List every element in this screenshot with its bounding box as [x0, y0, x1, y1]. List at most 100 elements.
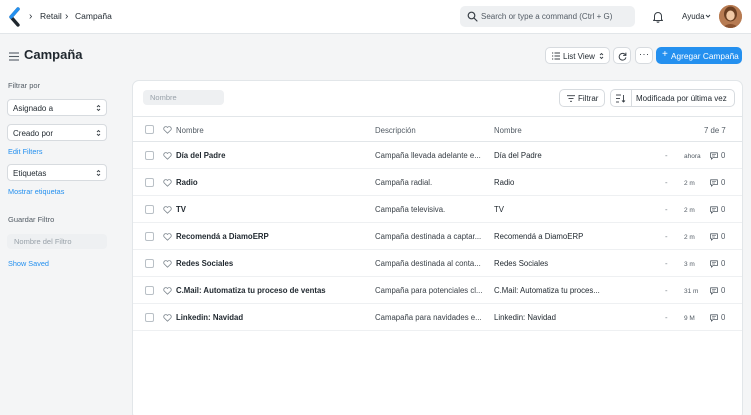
name-filter-placeholder: Nombre [150, 93, 177, 102]
show-saved-link[interactable]: Show Saved [8, 259, 49, 268]
heart-icon[interactable] [163, 152, 172, 160]
row-description: Camapaña para navidades e... [375, 313, 482, 322]
hamburger-menu-icon[interactable] [9, 52, 19, 61]
more-dots-icon: ··· [639, 49, 650, 59]
row-dash: - [665, 151, 668, 160]
add-campaign-button[interactable]: + Agregar Campaña [656, 47, 742, 64]
heart-icon[interactable] [163, 314, 172, 322]
avatar[interactable] [719, 5, 742, 28]
edit-filters-link[interactable]: Edit Filters [8, 147, 42, 156]
breadcrumb-retail[interactable]: Retail [40, 11, 62, 21]
refresh-icon [618, 52, 627, 61]
list-icon [552, 52, 560, 60]
row-checkbox[interactable] [145, 205, 154, 214]
row-name: Día del Padre [494, 151, 542, 160]
row-name: C.Mail: Automatiza tu proces... [494, 286, 600, 295]
table-row[interactable]: Recomendá a DiamoERP Campaña destinada a … [133, 223, 742, 250]
name-filter-input[interactable]: Nombre [143, 90, 224, 105]
filter-name-placeholder: Nombre del Filtro [14, 237, 72, 246]
assigned-to-label: Asignado a [13, 103, 54, 113]
row-checkbox[interactable] [145, 178, 154, 187]
page-title: Campaña [24, 47, 83, 62]
row-description: Campaña destinada al conta... [375, 259, 481, 268]
row-checkbox[interactable] [145, 151, 154, 160]
row-title-link[interactable]: Recomendá a DiamoERP [176, 232, 366, 241]
row-checkbox[interactable] [145, 259, 154, 268]
row-dash: - [665, 313, 668, 322]
breadcrumb-campana[interactable]: Campaña [75, 11, 112, 21]
add-campaign-label: Agregar Campaña [671, 50, 739, 61]
table-row[interactable]: TV Campaña televisiva. TV - 2 m 0 [133, 196, 742, 223]
sort-button[interactable]: Modificada por última vez [610, 89, 735, 107]
row-comment-count: 0 [721, 286, 726, 295]
filter-name-input[interactable]: Nombre del Filtro [7, 234, 107, 249]
column-header-description[interactable]: Descripción [375, 126, 416, 135]
heart-icon[interactable] [163, 179, 172, 187]
row-title-link[interactable]: Redes Sociales [176, 259, 366, 268]
row-dash: - [665, 205, 668, 214]
row-description: Campaña radial. [375, 178, 433, 187]
row-dash: - [665, 178, 668, 187]
heart-icon[interactable] [163, 260, 172, 268]
row-title-link[interactable]: Linkedin: Navidad [176, 313, 366, 322]
table-row[interactable]: Radio Campaña radial. Radio - 2 m 0 [133, 169, 742, 196]
column-header-title[interactable]: Nombre [176, 126, 204, 135]
filter-icon [567, 95, 575, 102]
row-checkbox[interactable] [145, 313, 154, 322]
result-count: 7 de 7 [704, 126, 726, 135]
row-modified-time: 2 m [684, 233, 695, 241]
global-search-bar[interactable]: Search or type a command (Ctrl + G) [460, 6, 635, 27]
select-all-checkbox[interactable] [145, 125, 154, 134]
help-menu[interactable]: Ayuda [682, 12, 705, 21]
search-icon [467, 11, 478, 22]
heart-icon[interactable] [163, 206, 172, 214]
chevron-right-icon: › [29, 11, 33, 22]
row-checkbox[interactable] [145, 232, 154, 241]
comment-icon [710, 179, 718, 187]
table-row[interactable]: Día del Padre Campaña llevada adelante e.… [133, 142, 742, 169]
row-dash: - [665, 259, 668, 268]
created-by-select[interactable]: Creado por [7, 124, 107, 141]
row-modified-time: 9 M [684, 314, 695, 322]
filter-button-label: Filtrar [578, 94, 599, 103]
created-by-label: Creado por [13, 128, 54, 138]
row-modified-time: 2 m [684, 206, 695, 214]
heart-icon[interactable] [163, 126, 172, 134]
table-row[interactable]: Linkedin: Navidad Camapaña para navidades… [133, 304, 742, 331]
row-comment-count: 0 [721, 313, 726, 322]
row-checkbox[interactable] [145, 286, 154, 295]
row-modified-time: 31 m [684, 287, 699, 295]
top-navbar: › Retail › Campaña Search or type a comm… [0, 0, 751, 34]
row-name: TV [494, 205, 504, 214]
row-title-link[interactable]: C.Mail: Automatiza tu proceso de ventas [176, 286, 366, 295]
show-tags-link[interactable]: Mostrar etiquetas [8, 187, 64, 196]
row-modified-time: 3 m [684, 260, 695, 268]
sort-icon[interactable] [616, 94, 626, 103]
row-comment-count: 0 [721, 151, 726, 160]
row-comment-count: 0 [721, 259, 726, 268]
table-row[interactable]: Redes Sociales Campaña destinada al conta… [133, 250, 742, 277]
sort-divider [631, 90, 632, 106]
view-switcher-button[interactable]: List View [545, 47, 610, 64]
heart-icon[interactable] [163, 233, 172, 241]
row-title-link[interactable]: Radio [176, 178, 366, 187]
column-header-name[interactable]: Nombre [494, 126, 522, 135]
chevron-updown-icon [599, 52, 604, 60]
assigned-to-select[interactable]: Asignado a [7, 99, 107, 116]
refresh-button[interactable] [613, 47, 631, 64]
row-title-link[interactable]: Día del Padre [176, 151, 366, 160]
bell-icon[interactable] [652, 10, 664, 23]
tags-select[interactable]: Etiquetas [7, 164, 107, 181]
comment-icon [710, 314, 718, 322]
row-description: Campaña destinada a captar... [375, 232, 482, 241]
chevron-updown-icon [96, 169, 101, 177]
more-actions-button[interactable]: ··· [635, 47, 653, 64]
tags-label: Etiquetas [13, 168, 47, 178]
comment-icon [710, 206, 718, 214]
filter-button[interactable]: Filtrar [559, 89, 605, 107]
app-logo-icon[interactable] [8, 7, 22, 27]
table-row[interactable]: C.Mail: Automatiza tu proceso de ventas C… [133, 277, 742, 304]
row-name: Redes Sociales [494, 259, 549, 268]
heart-icon[interactable] [163, 287, 172, 295]
row-title-link[interactable]: TV [176, 205, 366, 214]
